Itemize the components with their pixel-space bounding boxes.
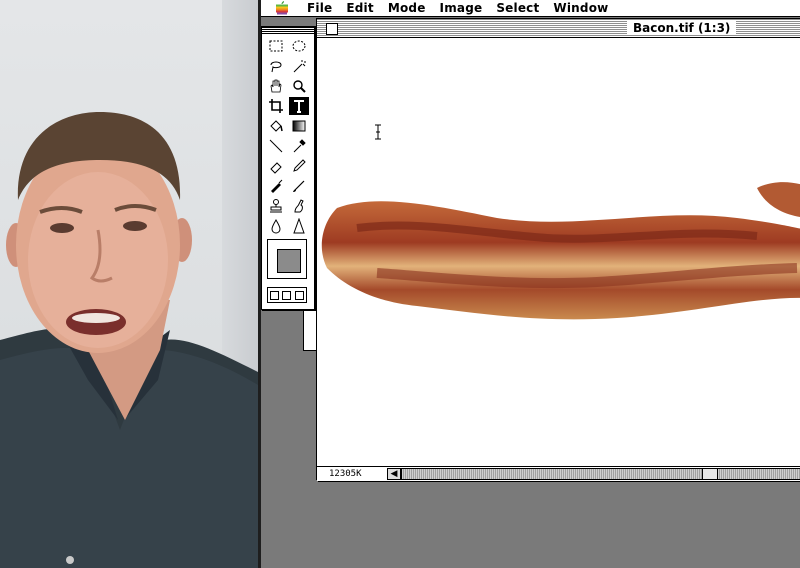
airbrush-icon[interactable] bbox=[266, 177, 286, 195]
presenter-image bbox=[0, 112, 258, 568]
zoom-icon[interactable] bbox=[289, 77, 309, 95]
document-window: Bacon.tif (1:3) 12305K ◀ bbox=[316, 18, 800, 481]
color-well[interactable] bbox=[267, 239, 307, 279]
hand-icon[interactable] bbox=[266, 77, 286, 95]
screen-mode-buttons bbox=[267, 287, 307, 303]
tool-palette bbox=[261, 26, 315, 310]
line-icon[interactable] bbox=[266, 137, 286, 155]
paintbrush-icon[interactable] bbox=[289, 177, 309, 195]
crop-icon[interactable] bbox=[266, 97, 286, 115]
text-cursor-icon bbox=[375, 124, 381, 140]
pencil-icon[interactable] bbox=[289, 157, 309, 175]
mac-desktop: File Edit Mode Image Select Window Bacon… bbox=[258, 0, 800, 568]
scroll-left-arrow-icon[interactable]: ◀ bbox=[387, 468, 401, 480]
tool-palette-title-bar[interactable] bbox=[262, 27, 314, 34]
document-size-readout: 12305K bbox=[329, 469, 362, 479]
status-bar: 12305K ◀ bbox=[317, 466, 800, 481]
window-title-bar[interactable]: Bacon.tif (1:3) bbox=[317, 19, 800, 38]
menu-select[interactable]: Select bbox=[496, 0, 539, 16]
apple-logo-icon[interactable] bbox=[271, 0, 293, 16]
menu-window[interactable]: Window bbox=[553, 0, 608, 16]
eyedropper-icon[interactable] bbox=[289, 137, 309, 155]
menu-edit[interactable]: Edit bbox=[346, 0, 373, 16]
smudge-icon[interactable] bbox=[289, 197, 309, 215]
paint-bucket-icon[interactable] bbox=[266, 117, 286, 135]
webcam-video bbox=[0, 0, 258, 568]
standard-mode-icon[interactable] bbox=[269, 290, 279, 300]
close-box-icon[interactable] bbox=[326, 23, 338, 35]
menu-bar: File Edit Mode Image Select Window bbox=[261, 0, 800, 17]
horizontal-scrollbar[interactable] bbox=[401, 468, 800, 480]
magic-wand-icon[interactable] bbox=[289, 57, 309, 75]
blur-icon[interactable] bbox=[266, 217, 286, 235]
menu-file[interactable]: File bbox=[307, 0, 332, 16]
bacon-image bbox=[321, 182, 800, 320]
menu-mode[interactable]: Mode bbox=[388, 0, 426, 16]
full-screen-menu-mode-icon[interactable] bbox=[282, 290, 292, 300]
scrollbar-thumb[interactable] bbox=[702, 469, 718, 479]
rectangular-marquee-icon[interactable] bbox=[266, 37, 286, 55]
document-title: Bacon.tif (1:3) bbox=[627, 21, 737, 35]
menu-image[interactable]: Image bbox=[440, 0, 483, 16]
full-screen-mode-icon[interactable] bbox=[295, 290, 305, 300]
gradient-icon[interactable] bbox=[289, 117, 309, 135]
type-icon[interactable] bbox=[289, 97, 309, 115]
foreground-color-swatch[interactable] bbox=[277, 249, 301, 273]
image-canvas[interactable] bbox=[317, 38, 800, 466]
elliptical-marquee-icon[interactable] bbox=[289, 37, 309, 55]
lasso-icon[interactable] bbox=[266, 57, 286, 75]
eraser-icon[interactable] bbox=[266, 157, 286, 175]
sharpen-icon[interactable] bbox=[289, 217, 309, 235]
rubber-stamp-icon[interactable] bbox=[266, 197, 286, 215]
